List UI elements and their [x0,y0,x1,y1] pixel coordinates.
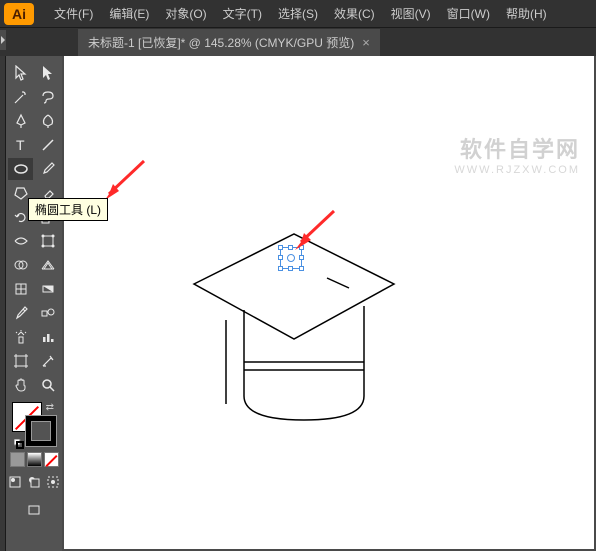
lasso-tool[interactable] [35,86,60,108]
draw-behind-icon[interactable] [25,471,42,493]
canvas[interactable]: 软件自学网 WWW.RJZXW.COM [64,56,594,549]
width-tool[interactable] [8,230,33,252]
hand-tool[interactable] [8,374,33,396]
watermark: 软件自学网 WWW.RJZXW.COM [454,132,580,176]
document-tabs: 未标题-1 [已恢复]* @ 145.28% (CMYK/GPU 预览) × [0,28,596,56]
menu-select[interactable]: 选择(S) [270,5,326,22]
tools-panel: T [6,56,62,551]
fill-stroke-swatches[interactable]: ⇄ [12,402,56,446]
shape-builder-tool[interactable] [8,254,33,276]
draw-mode-row [6,471,62,493]
handle-bl[interactable] [278,266,283,271]
tab-title: 未标题-1 [已恢复]* @ 145.28% (CMYK/GPU 预览) [88,34,354,51]
handle-bc[interactable] [288,266,293,271]
free-transform-tool[interactable] [35,230,60,252]
menu-object[interactable]: 对象(O) [157,5,214,22]
color-mode-solid[interactable] [10,452,25,467]
ellipse-tool[interactable] [8,158,33,180]
app-logo: Ai [4,3,34,25]
column-graph-tool[interactable] [35,326,60,348]
tool-tooltip: 椭圆工具 (L) [28,198,108,221]
mesh-tool[interactable] [8,278,33,300]
annotation-arrow-2 [289,206,339,256]
screen-mode-icon[interactable] [22,499,47,521]
color-mode-gradient[interactable] [27,452,42,467]
svg-text:T: T [16,137,25,153]
type-tool[interactable]: T [8,134,33,156]
stroke-swatch[interactable] [26,416,56,446]
handle-ml[interactable] [278,255,283,260]
magic-wand-tool[interactable] [8,86,33,108]
eyedropper-tool[interactable] [8,302,33,324]
menu-type[interactable]: 文字(T) [215,5,270,22]
watermark-url: WWW.RJZXW.COM [454,164,580,176]
default-fill-stroke-icon[interactable] [14,436,24,446]
watermark-title: 软件自学网 [454,132,580,164]
tab-close-icon[interactable]: × [362,35,370,50]
blend-tool[interactable] [35,302,60,324]
handle-br[interactable] [299,266,304,271]
symbol-sprayer-tool[interactable] [8,326,33,348]
canvas-area: 软件自学网 WWW.RJZXW.COM [62,56,596,551]
zoom-tool[interactable] [35,374,60,396]
line-segment-tool[interactable] [35,134,60,156]
swap-fill-stroke-icon[interactable]: ⇄ [46,402,54,413]
menu-help[interactable]: 帮助(H) [498,5,555,22]
artboard-tool[interactable] [8,350,33,372]
selection-tool[interactable] [8,62,33,84]
curvature-tool[interactable] [35,110,60,132]
document-tab[interactable]: 未标题-1 [已恢复]* @ 145.28% (CMYK/GPU 预览) × [78,29,380,56]
perspective-grid-tool[interactable] [35,254,60,276]
gradient-tool[interactable] [35,278,60,300]
pen-tool[interactable] [8,110,33,132]
handle-tl[interactable] [278,245,283,250]
menu-edit[interactable]: 编辑(E) [101,5,157,22]
draw-inside-icon[interactable] [45,471,62,493]
menu-window[interactable]: 窗口(W) [439,5,498,22]
menu-effect[interactable]: 效果(C) [326,5,383,22]
menu-bar: Ai 文件(F) 编辑(E) 对象(O) 文字(T) 选择(S) 效果(C) 视… [0,0,596,28]
draw-normal-icon[interactable] [6,471,23,493]
paintbrush-tool[interactable] [35,158,60,180]
color-mode-none[interactable] [44,452,59,467]
screen-mode-row [6,499,62,521]
direct-selection-tool[interactable] [35,62,60,84]
menu-view[interactable]: 视图(V) [383,5,439,22]
slice-tool[interactable] [35,350,60,372]
menu-file[interactable]: 文件(F) [46,5,101,22]
color-mode-row [6,452,62,467]
control-panel-handle[interactable] [0,30,6,50]
